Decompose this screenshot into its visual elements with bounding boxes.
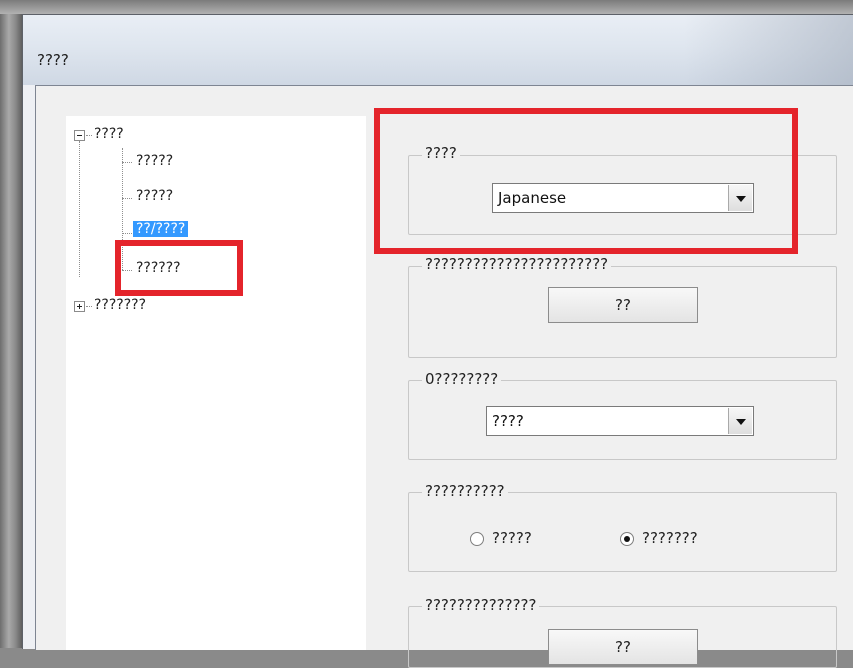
- tree-child-item[interactable]: ?????: [136, 188, 173, 204]
- group-2-button[interactable]: ??: [548, 287, 698, 323]
- group-2-label: ???????????????????????: [422, 255, 612, 273]
- radio-option-1-label[interactable]: ?????: [492, 529, 532, 547]
- tree-connector: [122, 233, 132, 234]
- radio-option-1[interactable]: [470, 532, 484, 546]
- tree-child-item-selected[interactable]: ??/????: [133, 221, 189, 237]
- group-3-label: 0????????: [422, 370, 502, 388]
- tree-connector: [122, 162, 132, 163]
- group-4-label: ??????????: [422, 482, 508, 500]
- highlight-box-tree-item: [115, 240, 243, 296]
- title-bar[interactable]: ????: [23, 15, 853, 85]
- tree-connector: [122, 198, 132, 199]
- tree-root-item[interactable]: ????: [94, 126, 124, 142]
- collapse-icon[interactable]: [74, 130, 85, 141]
- tree-connector: [86, 135, 92, 136]
- group-5-button[interactable]: ??: [548, 629, 698, 665]
- window-bezel-left: [0, 0, 22, 648]
- group-3-dropdown[interactable]: ????: [486, 406, 754, 436]
- window-bezel-top: [0, 0, 853, 14]
- tree-connector: [86, 306, 92, 307]
- chevron-down-icon[interactable]: [728, 408, 752, 434]
- group-5-label: ??????????????: [422, 596, 540, 614]
- tree-child-item[interactable]: ?????: [136, 153, 173, 169]
- group-3-dropdown-value: ????: [492, 412, 524, 430]
- radio-option-2[interactable]: [620, 532, 634, 546]
- tree-connector: [79, 141, 80, 277]
- title-bar-glow: [684, 15, 853, 85]
- expand-icon[interactable]: [74, 301, 85, 312]
- window-title: ????: [37, 51, 69, 69]
- settings-tree[interactable]: ???? ????? ????? ??/???? ?????? ???????: [66, 116, 366, 650]
- tree-root-item[interactable]: ???????: [94, 297, 146, 313]
- radio-option-2-label[interactable]: ???????: [642, 529, 698, 547]
- highlight-box-language: [374, 108, 798, 254]
